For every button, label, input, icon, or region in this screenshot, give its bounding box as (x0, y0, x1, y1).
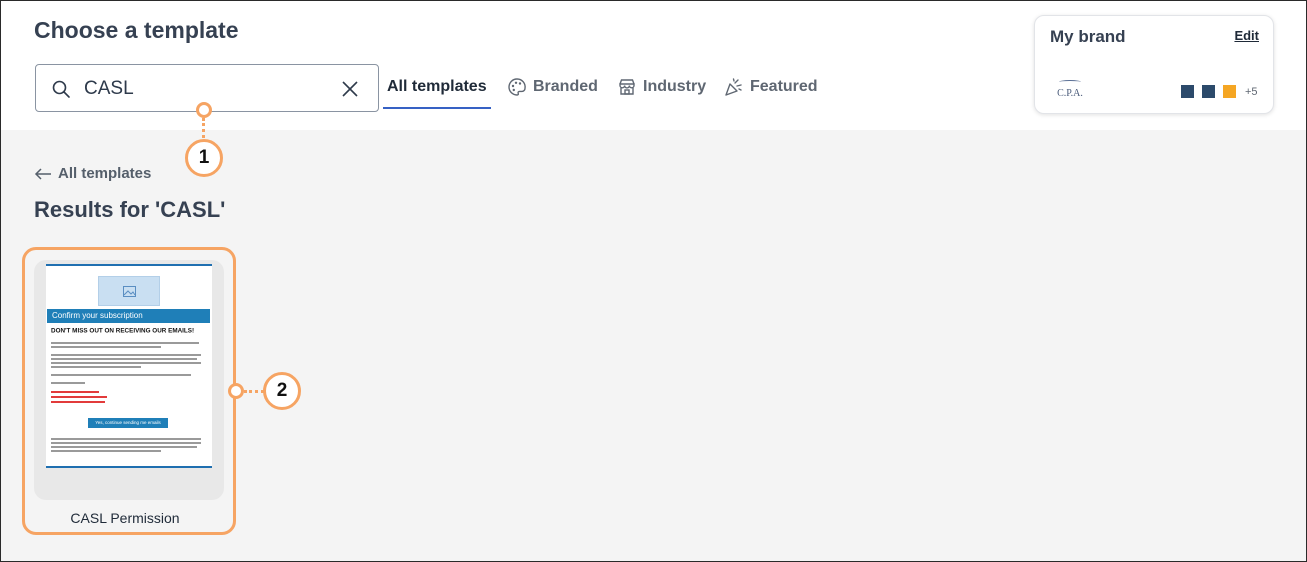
callout-badge-2: 2 (263, 372, 301, 410)
preview-banner: Confirm your subscription (47, 309, 210, 323)
brand-logo: C.P.A. (1053, 80, 1085, 102)
brand-edit-link[interactable]: Edit (1234, 28, 1259, 43)
callout-pointer-1 (196, 102, 212, 118)
back-to-all-templates-link[interactable]: All templates (34, 165, 151, 182)
brand-title: My brand (1050, 27, 1126, 46)
preview-text-line (51, 366, 141, 368)
arrow-left-icon (34, 167, 51, 180)
image-placeholder (98, 276, 160, 306)
preview-placeholder-line (51, 391, 99, 393)
template-name[interactable]: CASL Permission (34, 510, 216, 526)
search-field[interactable] (84, 78, 324, 100)
tab-label: Branded (533, 78, 598, 95)
brand-colors: +5 (1181, 85, 1258, 98)
preview-text-line (51, 358, 197, 360)
tab-featured[interactable]: Featured (724, 78, 818, 109)
preview-text-line (51, 450, 161, 452)
tab-label: All templates (387, 78, 487, 95)
brand-logo-text: C.P.A. (1057, 88, 1083, 99)
color-swatch (1202, 85, 1215, 98)
logo-arc (1059, 80, 1081, 84)
storefront-icon (619, 79, 635, 95)
callout-connector-2 (244, 390, 264, 393)
preview-text-line (51, 346, 161, 348)
preview-button: Yes, continue sending me emails (88, 418, 168, 428)
back-link-label: All templates (58, 165, 152, 182)
search-icon (52, 80, 70, 98)
party-popper-icon (725, 78, 742, 96)
page-title: Choose a template (34, 17, 239, 43)
image-icon (123, 286, 136, 297)
tab-industry[interactable]: Industry (617, 78, 706, 109)
tab-branded[interactable]: Branded (507, 78, 598, 109)
preview-text-line (51, 446, 197, 448)
preview-text-line (51, 342, 199, 344)
preview-placeholder-line (51, 396, 107, 398)
tab-label: Industry (643, 78, 707, 95)
preview-text-line (51, 382, 85, 384)
preview-text-line (51, 354, 201, 356)
preview-text-line (51, 442, 201, 444)
preview-text-line (51, 438, 201, 440)
preview-text-line (51, 362, 201, 364)
callout-connector-1 (202, 118, 205, 138)
template-card-casl-permission[interactable]: Confirm your subscription DON'T MISS OUT… (34, 260, 224, 500)
results-title: Results for 'CASL' (34, 197, 226, 222)
more-colors-count: +5 (1245, 85, 1258, 98)
brand-card: My brand Edit C.P.A. +5 (1034, 15, 1274, 114)
preview-heading: DON'T MISS OUT ON RECEIVING OUR EMAILS! (51, 328, 195, 335)
color-swatch (1223, 85, 1236, 98)
tab-label: Featured (750, 78, 818, 95)
color-swatch (1181, 85, 1194, 98)
preview-placeholder-line (51, 401, 105, 403)
template-thumbnail: Confirm your subscription DON'T MISS OUT… (46, 264, 212, 468)
tab-all-templates[interactable]: All templates (383, 78, 491, 109)
close-icon[interactable] (340, 79, 360, 99)
callout-badge-1: 1 (185, 139, 223, 177)
palette-icon (508, 78, 526, 96)
callout-pointer-2 (228, 383, 244, 399)
preview-text-line (51, 374, 191, 376)
